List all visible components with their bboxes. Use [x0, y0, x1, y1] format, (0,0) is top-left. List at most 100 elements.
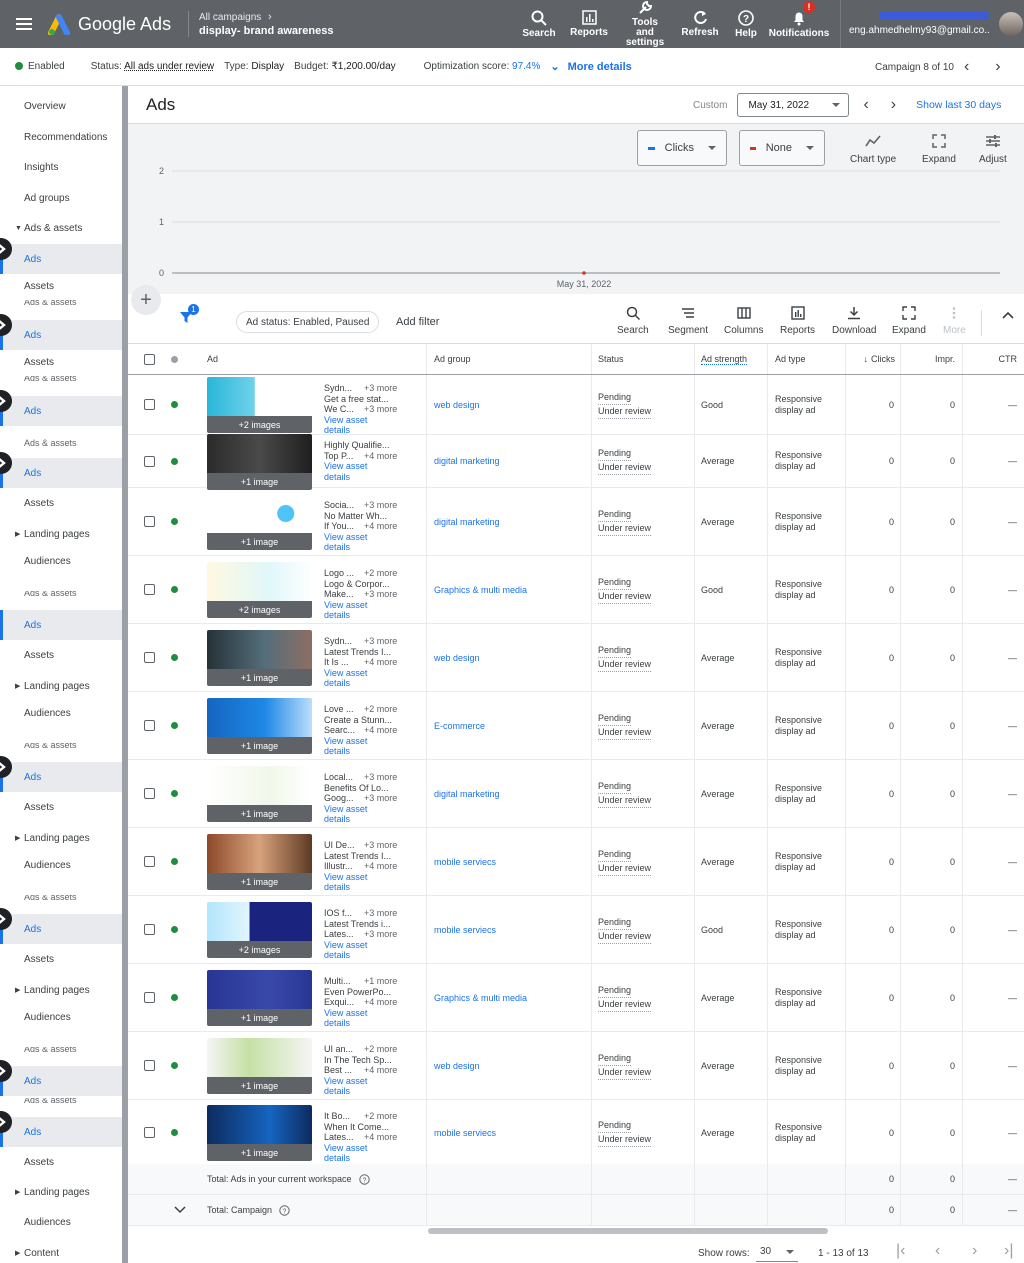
- ad-strength-value[interactable]: Average: [694, 435, 767, 487]
- status-cell[interactable]: Pending Under review: [591, 375, 694, 434]
- ad-group-link[interactable]: Graphics & multi media: [426, 964, 591, 1031]
- details-link[interactable]: details: [324, 542, 399, 553]
- data-point[interactable]: [582, 271, 586, 275]
- status-cell[interactable]: Pending Under review: [591, 488, 694, 555]
- sidebar-item-assets[interactable]: Assets: [0, 350, 122, 374]
- view-asset-link[interactable]: View asset: [324, 600, 399, 611]
- column-header-ad[interactable]: Ad: [207, 344, 218, 374]
- metric2-selector[interactable]: None: [739, 130, 825, 166]
- details-link[interactable]: details: [324, 678, 399, 689]
- sidebar-item-ads[interactable]: Ads: [0, 1066, 122, 1096]
- columns-button[interactable]: Columns: [724, 306, 763, 336]
- add-new-button[interactable]: +: [131, 285, 161, 315]
- rows-per-page-select[interactable]: 30: [756, 1242, 798, 1262]
- metric1-selector[interactable]: Clicks: [637, 130, 727, 166]
- sidebar-item-audiences[interactable]: Audiences: [0, 549, 122, 573]
- next-date-button[interactable]: ›: [891, 96, 896, 114]
- status-cell[interactable]: Pending Under review: [591, 896, 694, 963]
- ad-image-preview[interactable]: +1 image: [207, 834, 312, 890]
- table-row[interactable]: +2 images Logo ... +2 more Logo & Corpor.…: [128, 556, 1024, 624]
- ad-strength-value[interactable]: Average: [694, 1032, 767, 1099]
- ad-group-link[interactable]: web design: [426, 1032, 591, 1099]
- sidebar-item-assets[interactable]: Assets: [0, 274, 122, 298]
- table-row[interactable]: +1 image UI De... +3 more Latest Trends I…: [128, 828, 1024, 896]
- ad-image-preview[interactable]: +2 images: [207, 902, 312, 958]
- optimization-score[interactable]: Optimization score: 97.4%: [424, 61, 541, 72]
- notifications-button[interactable]: ! Notifications: [767, 0, 831, 48]
- breadcrumb[interactable]: All campaigns › display- brand awareness: [188, 11, 488, 37]
- sidebar-item-ads[interactable]: Ads: [0, 762, 122, 792]
- details-link[interactable]: details: [324, 1018, 399, 1029]
- refresh-button[interactable]: Refresh: [675, 0, 725, 48]
- ad-group-link[interactable]: web design: [426, 375, 591, 434]
- status-cell[interactable]: Pending Under review: [591, 964, 694, 1031]
- ad-group-link[interactable]: digital marketing: [426, 488, 591, 555]
- sidebar-item-audiences[interactable]: Audiences: [0, 701, 122, 725]
- sidebar-item-ads[interactable]: Ads: [0, 914, 122, 944]
- details-link[interactable]: details: [324, 425, 399, 436]
- details-link[interactable]: details: [324, 1086, 399, 1097]
- view-asset-link[interactable]: View asset: [324, 461, 399, 472]
- filter-chip[interactable]: Ad status: Enabled, Paused: [236, 311, 380, 333]
- tools-settings-button[interactable]: Tools and settings: [615, 0, 675, 48]
- collapse-button[interactable]: [981, 310, 1014, 336]
- sidebar-item-insights[interactable]: Insights: [0, 152, 122, 182]
- sidebar-item-content[interactable]: ▶ Content: [0, 1238, 122, 1263]
- view-asset-link[interactable]: View asset: [324, 532, 399, 543]
- chart-type-button[interactable]: Chart type: [850, 134, 896, 165]
- status-cell[interactable]: Pending Under review: [591, 828, 694, 895]
- status-cell[interactable]: Pending Under review: [591, 1100, 694, 1165]
- ad-strength-value[interactable]: Average: [694, 760, 767, 827]
- table-row[interactable]: +1 image Local... +3 more Benefits Of Lo.…: [128, 760, 1024, 828]
- row-checkbox[interactable]: [144, 488, 155, 555]
- help-icon[interactable]: ?: [279, 1204, 290, 1216]
- add-filter-button[interactable]: Add filter: [396, 316, 439, 328]
- sidebar-item-ads[interactable]: Ads: [0, 320, 122, 350]
- table-search-button[interactable]: Search: [617, 306, 649, 336]
- column-header-clicks[interactable]: ↓ Clicks: [845, 344, 900, 374]
- ad-group-link[interactable]: Graphics & multi media: [426, 556, 591, 623]
- top-reports-button[interactable]: Reports: [563, 0, 615, 48]
- sidebar-item-landing-pages[interactable]: ▶ Landing pages: [0, 1177, 122, 1207]
- row-checkbox[interactable]: [144, 556, 155, 623]
- row-checkbox[interactable]: [144, 896, 155, 963]
- ad-group-link[interactable]: E-commerce: [426, 692, 591, 759]
- prev-page-button[interactable]: ‹: [935, 1242, 940, 1260]
- sidebar-item-landing-pages[interactable]: ▶ Landing pages: [0, 975, 122, 1005]
- sidebar-item-overview[interactable]: Overview: [0, 91, 122, 121]
- horizontal-scrollbar[interactable]: [428, 1228, 828, 1234]
- ad-image-preview[interactable]: +1 image: [207, 766, 312, 822]
- ad-image-preview[interactable]: +1 image: [207, 1038, 312, 1094]
- details-link[interactable]: details: [324, 882, 399, 893]
- ad-strength-value[interactable]: Good: [694, 896, 767, 963]
- ad-image-preview[interactable]: +1 image: [207, 698, 312, 754]
- status-cell[interactable]: Pending Under review: [591, 1032, 694, 1099]
- column-header-ctr[interactable]: CTR: [962, 344, 1024, 374]
- sidebar-item-audiences[interactable]: Audiences: [0, 853, 122, 877]
- select-all-checkbox[interactable]: [144, 344, 155, 374]
- segment-button[interactable]: Segment: [668, 306, 708, 336]
- more-details-button[interactable]: ⌄ More details: [550, 60, 631, 73]
- ad-image-preview[interactable]: +2 images: [207, 377, 312, 433]
- details-link[interactable]: details: [324, 814, 399, 825]
- ad-strength-value[interactable]: Average: [694, 964, 767, 1031]
- row-checkbox[interactable]: [144, 1100, 155, 1165]
- status-cell[interactable]: Pending Under review: [591, 692, 694, 759]
- table-row[interactable]: +1 image It Bo... +2 more When It Come...…: [128, 1100, 1024, 1166]
- column-header-ad-group[interactable]: Ad group: [426, 344, 591, 374]
- table-row[interactable]: +1 image Highly Qualifie... Top P... +4 m…: [128, 434, 1024, 490]
- sidebar-item-ads[interactable]: Ads: [0, 396, 122, 426]
- sidebar-item-landing-pages[interactable]: ▶ Landing pages: [0, 823, 122, 853]
- menu-button[interactable]: [0, 0, 48, 48]
- breadcrumb-parent[interactable]: All campaigns: [199, 12, 261, 23]
- table-row[interactable]: +1 image Sydn... +3 more Latest Trends I.…: [128, 624, 1024, 692]
- details-link[interactable]: details: [324, 472, 399, 483]
- ad-strength-value[interactable]: Good: [694, 556, 767, 623]
- row-checkbox[interactable]: [144, 624, 155, 691]
- ad-strength-value[interactable]: Average: [694, 488, 767, 555]
- help-button[interactable]: ? Help: [725, 0, 767, 48]
- column-header-ad-strength[interactable]: Ad strength: [694, 344, 767, 374]
- ad-group-link[interactable]: web design: [426, 624, 591, 691]
- view-asset-link[interactable]: View asset: [324, 415, 399, 426]
- ad-group-link[interactable]: mobile serviecs: [426, 828, 591, 895]
